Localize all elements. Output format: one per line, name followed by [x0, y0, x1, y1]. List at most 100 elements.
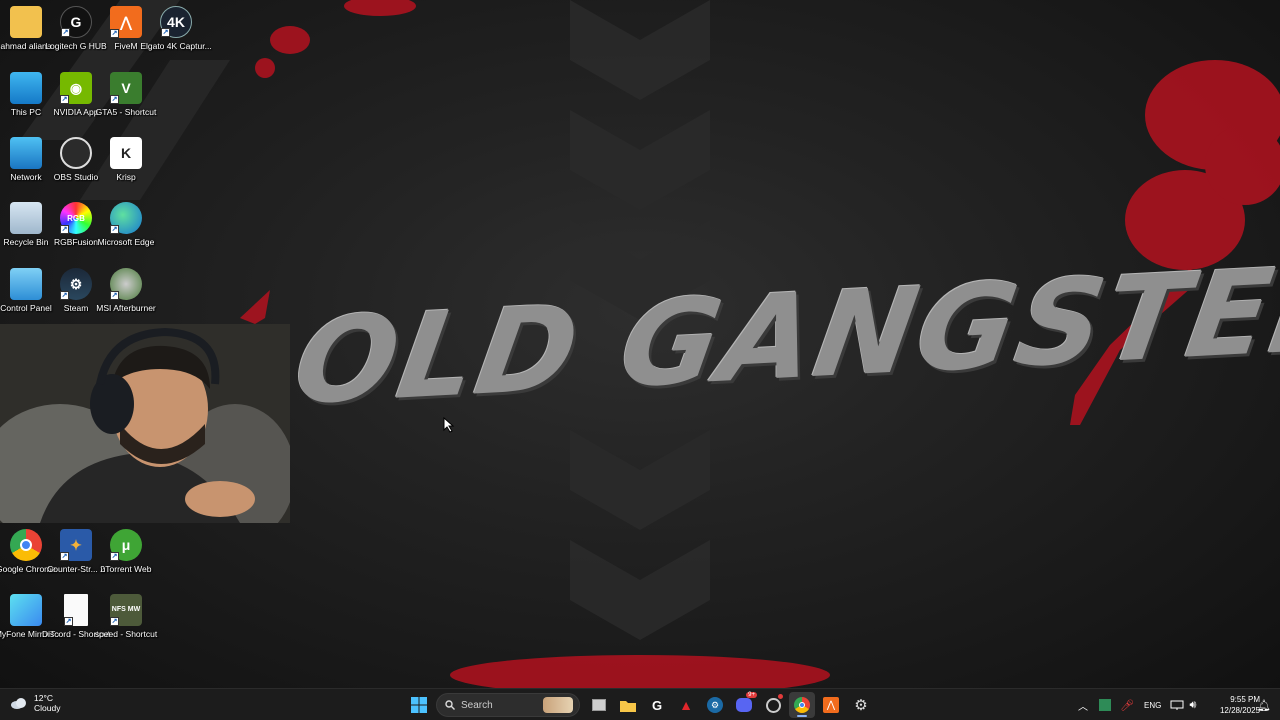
clock-time: 9:55 PM	[1230, 695, 1260, 704]
gta5-icon: V ↗	[110, 72, 142, 104]
logitech-icon: G	[651, 697, 663, 713]
desktop-icon-label: Elgato 4K Captur...	[140, 41, 212, 51]
desktop-icon-elgato[interactable]: 4K ↗ Elgato 4K Captur...	[140, 6, 212, 68]
speaker-icon: 🔊︎	[1189, 698, 1197, 711]
desktop-icon-network[interactable]: Network	[0, 137, 52, 199]
desktop-icon-speed[interactable]: NFS MW ↗ speed - Shortcut	[95, 594, 157, 656]
active-app-indicator	[797, 715, 807, 717]
taskbar-settings[interactable]: ⚙	[848, 692, 874, 718]
desktop-icon-krisp[interactable]: K Krisp	[100, 137, 152, 199]
desktop-icon-ahmad-aliana[interactable]: ahmad aliana	[0, 6, 52, 68]
steam-icon: ⚙	[707, 697, 723, 713]
desktop-icon-chrome[interactable]: Google Chrome	[0, 529, 56, 591]
taskbar-search[interactable]: Search	[436, 693, 580, 717]
taskbar-file-explorer[interactable]	[615, 692, 641, 718]
notification-dot-icon	[778, 694, 783, 699]
weather-temperature: 12°C	[34, 693, 53, 703]
desktop-icon-obs[interactable]: OBS Studio	[50, 137, 102, 199]
desktop-icon-label: Microsoft Edge	[97, 237, 155, 247]
desktop-icon-gta5[interactable]: V ↗ GTA5 - Shortcut	[96, 72, 156, 134]
folder-icon	[10, 6, 42, 38]
search-label: Search	[461, 699, 493, 711]
desktop-icon-edge[interactable]: ↗ Microsoft Edge	[98, 202, 154, 264]
discord-notification-badge: 9+	[746, 692, 757, 698]
elgato-icon: 4K ↗	[160, 6, 192, 38]
webcam-overlay	[0, 324, 290, 523]
tray-app-icon	[1099, 699, 1111, 711]
desktop-icon-logitech[interactable]: G ↗ Logitech G HUB	[45, 6, 107, 68]
monitor-icon	[10, 72, 42, 104]
fivem-icon: ⋀ ↗	[110, 6, 142, 38]
overwolf-icon	[765, 697, 781, 713]
taskbar-logitech[interactable]: G	[644, 692, 670, 718]
show-hidden-icons-button[interactable]: ︿	[1072, 692, 1094, 718]
desktop-icon-label: MSI Afterburner	[96, 303, 156, 313]
notifications-button[interactable]: 🔔︎	[1254, 692, 1274, 718]
document-icon: ↗	[64, 594, 88, 626]
desktop-icon-discord-shortcut[interactable]: ↗ Discord - Shortcut	[42, 594, 110, 656]
recycle-bin-icon	[10, 202, 42, 234]
imyfone-icon	[10, 594, 42, 626]
language-indicator[interactable]: ENG	[1144, 701, 1161, 710]
file-explorer-icon	[620, 700, 636, 712]
network-icon	[10, 137, 42, 169]
nvidia-icon: ◉ ↗	[60, 72, 92, 104]
cloud-icon	[11, 698, 26, 709]
windows-start-button[interactable]	[406, 692, 432, 718]
microphone-button[interactable]: 🎤︎	[1116, 692, 1138, 718]
task-view-button[interactable]	[586, 692, 612, 718]
desktop-icon-fivem[interactable]: ⋀ ↗ FiveM	[100, 6, 152, 68]
desktop-icon-label: Krisp	[116, 172, 136, 182]
search-highlight-icon	[543, 697, 573, 713]
taskbar-adobe[interactable]: ▲	[673, 692, 699, 718]
taskbar-overwolf[interactable]	[760, 692, 786, 718]
desktop-icon-counter-strike[interactable]: ✦ ↗ Counter-Str... 2	[47, 529, 105, 591]
desktop-icon-label: uTorrent Web	[100, 564, 152, 574]
weather-widget[interactable]: 12°C Cloudy	[10, 693, 60, 713]
desktop-icon-recycle-bin[interactable]: Recycle Bin	[0, 202, 52, 264]
desktop-icon-msi-afterburner[interactable]: ↗ MSI Afterburner	[96, 268, 156, 330]
bell-icon: 🔔︎	[1257, 699, 1271, 712]
taskbar-discord[interactable]: 9+	[731, 692, 757, 718]
counter-strike-icon: ✦ ↗	[60, 529, 92, 561]
fivem-icon: ⋀	[823, 697, 839, 713]
tray-app-button[interactable]	[1094, 692, 1116, 718]
chrome-icon	[10, 529, 42, 561]
utorrent-icon: μ ↗	[110, 529, 142, 561]
weather-condition: Cloudy	[34, 703, 61, 713]
microphone-icon: 🎤︎	[1120, 699, 1134, 712]
taskbar: 12°C Cloudy Search G ▲ ⚙ 9+ ⋀ ⚙ ︿ 🎤︎ ENG…	[0, 688, 1280, 720]
desktop-icon-this-pc[interactable]: This PC	[0, 72, 52, 134]
mouse-cursor-icon	[443, 417, 455, 433]
rgbfusion-icon: RGB ↗	[60, 202, 92, 234]
msi-afterburner-icon: ↗	[110, 268, 142, 300]
steam-icon: ⚙ ↗	[60, 268, 92, 300]
desktop-icon-control-panel[interactable]: Control Panel	[0, 268, 52, 330]
desktop-icon-nvidia[interactable]: ◉ ↗ NVIDIA App	[50, 72, 102, 134]
control-panel-icon	[10, 268, 42, 300]
krisp-icon: K	[110, 137, 142, 169]
clock[interactable]: 9:55 PM 12/28/2025	[1200, 694, 1260, 716]
windows-start-icon	[411, 697, 427, 713]
settings-icon: ⚙	[854, 697, 868, 714]
taskbar-fivem[interactable]: ⋀	[818, 692, 844, 718]
discord-icon	[736, 698, 752, 712]
desktop-icon-label: speed - Shortcut	[94, 629, 158, 639]
taskbar-chrome[interactable]	[789, 692, 815, 718]
chevron-up-icon: ︿	[1078, 701, 1088, 713]
desktop-icon-steam[interactable]: ⚙ ↗ Steam	[50, 268, 102, 330]
desktop-icon-rgbfusion[interactable]: RGB ↗ RGBFusion	[50, 202, 102, 264]
adobe-icon: ▲	[679, 697, 693, 713]
webcam-person-image	[0, 324, 290, 523]
desktop-icon-utorrent[interactable]: μ ↗ uTorrent Web	[100, 529, 152, 591]
nfs-icon: NFS MW ↗	[110, 594, 142, 626]
clock-date: 12/28/2025	[1219, 706, 1260, 715]
logitech-icon: G ↗	[60, 6, 92, 38]
taskbar-steam[interactable]: ⚙	[702, 692, 728, 718]
search-icon	[445, 700, 455, 710]
task-view-icon	[592, 699, 606, 711]
edge-icon: ↗	[110, 202, 142, 234]
obs-icon	[60, 137, 92, 169]
chrome-icon	[794, 697, 810, 713]
desktop-icon-imyfone[interactable]: iMyFone MirrorTo	[0, 594, 59, 656]
